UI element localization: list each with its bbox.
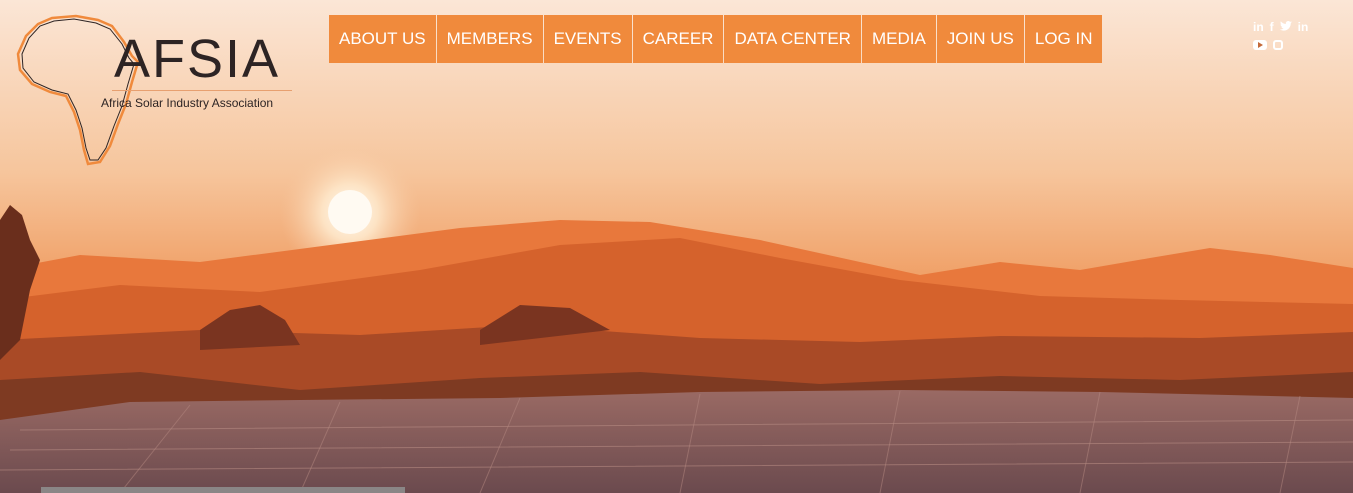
nav-career[interactable]: CAREER — [632, 15, 724, 63]
logo-wordmark: AFSIA — [114, 29, 281, 89]
horizontal-scrollbar[interactable] — [41, 487, 405, 493]
nav-events[interactable]: EVENTS — [543, 15, 632, 63]
linkedin-icon[interactable]: in — [1298, 20, 1309, 34]
nav-media[interactable]: MEDIA — [861, 15, 936, 63]
linkedin-icon[interactable]: in — [1253, 20, 1264, 34]
nav-members[interactable]: MEMBERS — [436, 15, 543, 63]
nav-data-center[interactable]: DATA CENTER — [724, 15, 861, 63]
nav-about-us[interactable]: ABOUT US — [329, 15, 436, 63]
nav-log-in[interactable]: LOG IN — [1024, 15, 1103, 63]
youtube-icon[interactable] — [1253, 40, 1267, 50]
nav-join-us[interactable]: JOIN US — [936, 15, 1024, 63]
logo-divider — [112, 90, 292, 91]
social-links: in f in — [1253, 20, 1333, 56]
twitter-icon[interactable] — [1279, 20, 1292, 34]
main-navigation: ABOUT US MEMBERS EVENTS CAREER DATA CENT… — [329, 15, 1103, 63]
facebook-icon[interactable]: f — [1270, 20, 1274, 34]
instagram-icon[interactable] — [1273, 40, 1283, 50]
logo-tagline: Africa Solar Industry Association — [101, 96, 274, 110]
afsia-logo[interactable]: AFSIA Africa Solar Industry Association — [14, 12, 304, 170]
